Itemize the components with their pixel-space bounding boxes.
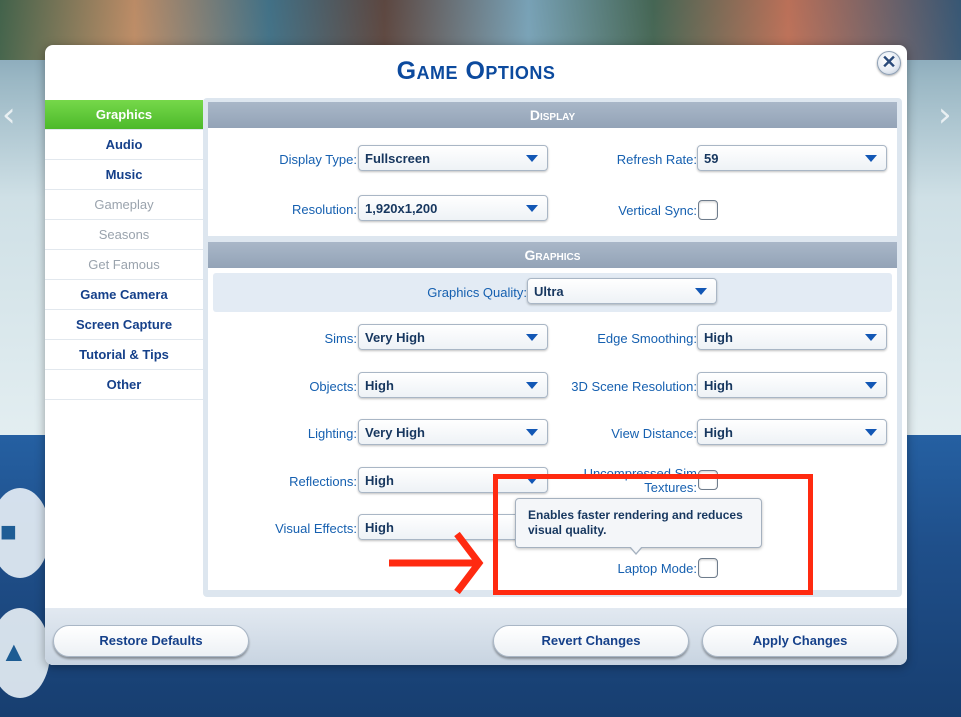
- edge-smoothing-value: High: [704, 330, 733, 345]
- nav-item-other[interactable]: Other: [45, 370, 203, 400]
- annotation-highlight-box: [493, 474, 813, 595]
- briefcase-icon: ■: [0, 516, 17, 547]
- chevron-down-icon: [526, 382, 538, 389]
- dialog-title: Game Options: [396, 57, 556, 85]
- revert-changes-button[interactable]: Revert Changes: [493, 625, 689, 657]
- objects-label: Objects:: [309, 379, 357, 394]
- graphics-header: Graphics: [208, 242, 897, 268]
- chevron-down-icon: [526, 205, 538, 212]
- scene-resolution-label: 3D Scene Resolution:: [571, 379, 697, 394]
- resolution-label: Resolution:: [291, 202, 357, 217]
- visual-effects-label: Visual Effects:: [275, 521, 357, 536]
- view-distance-label: View Distance:: [611, 426, 697, 441]
- chevron-down-icon: [865, 334, 877, 341]
- restore-defaults-button[interactable]: Restore Defaults: [53, 625, 249, 657]
- chevron-down-icon: [865, 429, 877, 436]
- nav-item-screen-capture[interactable]: Screen Capture: [45, 310, 203, 340]
- vertical-sync-checkbox[interactable]: [698, 200, 718, 220]
- resolution-dropdown[interactable]: 1,920x1,200: [358, 195, 548, 221]
- chevron-down-icon: [526, 334, 538, 341]
- objects-dropdown[interactable]: High: [358, 372, 548, 398]
- nav-item-game-camera[interactable]: Game Camera: [45, 280, 203, 310]
- nav-item-seasons[interactable]: Seasons: [45, 220, 203, 250]
- scene-resolution-dropdown[interactable]: High: [697, 372, 887, 398]
- scene-resolution-value: High: [704, 378, 733, 393]
- chevron-down-icon: [865, 382, 877, 389]
- vertical-sync-label: Vertical Sync:: [618, 203, 697, 218]
- reflections-label: Reflections:: [289, 474, 357, 489]
- previous-arrow-icon: ‹: [2, 95, 16, 135]
- display-type-value: Fullscreen: [365, 151, 431, 166]
- nav-item-audio[interactable]: Audio: [45, 130, 203, 160]
- annotation-arrow-icon: [389, 531, 484, 595]
- display-header: Display: [208, 102, 897, 128]
- nav-item-get-famous[interactable]: Get Famous: [45, 250, 203, 280]
- lighting-label: Lighting:: [307, 426, 357, 441]
- sims-value: Very High: [365, 330, 425, 345]
- chevron-down-icon: [526, 155, 538, 162]
- view-distance-value: High: [704, 425, 733, 440]
- sims-label: Sims:: [324, 331, 358, 346]
- sims-dropdown[interactable]: Very High: [358, 324, 548, 350]
- refresh-rate-value: 59: [704, 151, 719, 166]
- view-distance-dropdown[interactable]: High: [697, 419, 887, 445]
- refresh-rate-label: Refresh Rate:: [616, 152, 697, 167]
- edge-smoothing-label: Edge Smoothing:: [597, 331, 697, 346]
- chevron-down-icon: [695, 288, 707, 295]
- nav-item-gameplay[interactable]: Gameplay: [45, 190, 203, 220]
- refresh-rate-dropdown[interactable]: 59: [697, 145, 887, 171]
- display-panel: Display Display Type: Fullscreen Refresh…: [208, 102, 897, 236]
- display-type-dropdown[interactable]: Fullscreen: [358, 145, 548, 171]
- nav-item-music[interactable]: Music: [45, 160, 203, 190]
- options-nav: Graphics Audio Music Gameplay Seasons Ge…: [45, 100, 203, 400]
- lighting-dropdown[interactable]: Very High: [358, 419, 548, 445]
- objects-value: High: [365, 378, 394, 393]
- chevron-down-icon: [865, 155, 877, 162]
- campfire-icon: ▲: [0, 636, 28, 667]
- apply-changes-button[interactable]: Apply Changes: [702, 625, 898, 657]
- close-icon[interactable]: ✕: [877, 51, 901, 75]
- display-type-label: Display Type:: [279, 152, 357, 167]
- resolution-value: 1,920x1,200: [365, 201, 438, 216]
- graphics-quality-label: Graphics Quality:: [427, 285, 527, 300]
- graphics-quality-value: Ultra: [534, 284, 564, 299]
- next-arrow-icon: ›: [938, 95, 952, 135]
- edge-smoothing-dropdown[interactable]: High: [697, 324, 887, 350]
- reflections-value: High: [365, 473, 394, 488]
- lighting-value: Very High: [365, 425, 425, 440]
- chevron-down-icon: [526, 429, 538, 436]
- graphics-quality-dropdown[interactable]: Ultra: [527, 278, 717, 304]
- nav-item-tutorial-tips[interactable]: Tutorial & Tips: [45, 340, 203, 370]
- nav-item-graphics[interactable]: Graphics: [45, 100, 203, 130]
